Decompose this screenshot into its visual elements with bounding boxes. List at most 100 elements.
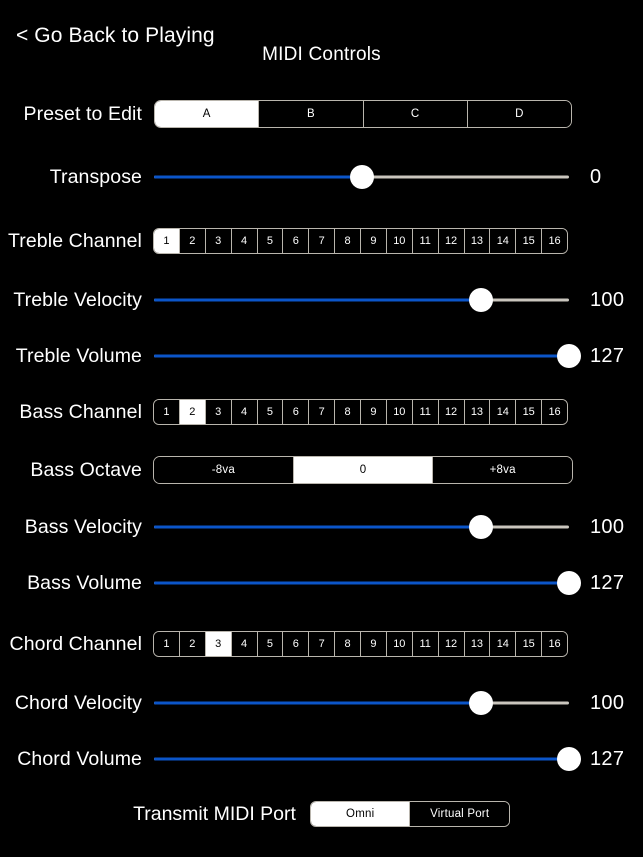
transpose-label: Transpose xyxy=(49,165,142,188)
treble-volume-control: 127 xyxy=(152,339,643,373)
channel-option-8[interactable]: 8 xyxy=(335,229,361,253)
channel-option-4[interactable]: 4 xyxy=(231,400,258,424)
channel-option-16[interactable]: 16 xyxy=(542,229,567,253)
segment-option-omni[interactable]: Omni xyxy=(310,802,411,826)
channel-option-12[interactable]: 12 xyxy=(438,400,465,424)
channel-option-1[interactable]: 1 xyxy=(154,400,180,424)
channel-option-15[interactable]: 15 xyxy=(516,632,543,656)
channel-option-6[interactable]: 6 xyxy=(283,400,310,424)
midi-controls-screen: < Go Back to Playing MIDI Controls Prese… xyxy=(0,0,643,857)
bass-volume-slider-thumb[interactable] xyxy=(557,571,581,595)
bass-octave-control: -8va 0 +8va xyxy=(152,453,643,487)
channel-option-9[interactable]: 9 xyxy=(361,632,387,656)
row-treble-velocity: Treble Velocity 100 xyxy=(0,283,643,317)
channel-option-14[interactable]: 14 xyxy=(490,400,517,424)
channel-option-1[interactable]: 1 xyxy=(154,229,180,253)
channel-option-13[interactable]: 13 xyxy=(464,632,491,656)
channel-option-12[interactable]: 12 xyxy=(438,229,465,253)
row-bass-velocity: Bass Velocity 100 xyxy=(0,510,643,544)
channel-option-1[interactable]: 1 xyxy=(154,632,180,656)
treble-volume-slider[interactable] xyxy=(154,339,581,373)
channel-option-6[interactable]: 6 xyxy=(283,632,310,656)
transpose-slider-thumb[interactable] xyxy=(349,165,374,189)
segment-option-a[interactable]: A xyxy=(155,101,260,127)
segment-option-c[interactable]: C xyxy=(363,101,468,127)
row-preset-to-edit: Preset to Edit ABCD xyxy=(0,97,643,131)
chord-volume-value: 127 xyxy=(590,747,625,770)
channel-option-14[interactable]: 14 xyxy=(490,229,517,253)
bass-velocity-slider-thumb[interactable] xyxy=(468,515,493,539)
channel-option-8[interactable]: 8 xyxy=(335,632,361,656)
segment-option-virtual-port[interactable]: Virtual Port xyxy=(410,802,509,826)
transmit-midi-port-segmented[interactable]: Omni Virtual Port xyxy=(309,801,510,827)
channel-option-7[interactable]: 7 xyxy=(309,400,336,424)
channel-option-15[interactable]: 15 xyxy=(516,229,543,253)
bass-velocity-slider[interactable] xyxy=(154,510,569,544)
segment-option-0[interactable]: 0 xyxy=(293,457,434,483)
channel-option-7[interactable]: 7 xyxy=(309,632,336,656)
chord-volume-slider[interactable] xyxy=(154,742,581,776)
chord-volume-slider-fill xyxy=(154,757,569,761)
channel-option-13[interactable]: 13 xyxy=(464,229,491,253)
channel-option-6[interactable]: 6 xyxy=(283,229,310,253)
channel-option-3[interactable]: 3 xyxy=(205,632,232,656)
channel-option-15[interactable]: 15 xyxy=(516,400,543,424)
treble-velocity-slider[interactable] xyxy=(154,283,569,317)
chord-channel-selector[interactable]: 1 2 3 4 5 6 7 8 9 10 11 12 13 14 15 16 xyxy=(153,631,568,657)
channel-option-9[interactable]: 9 xyxy=(361,400,387,424)
chord-velocity-slider[interactable] xyxy=(154,686,569,720)
channel-option-3[interactable]: 3 xyxy=(205,229,232,253)
channel-option-5[interactable]: 5 xyxy=(257,632,284,656)
treble-velocity-value: 100 xyxy=(590,288,625,311)
bass-channel-selector[interactable]: 1 2 3 4 5 6 7 8 9 10 11 12 13 14 15 16 xyxy=(153,399,568,425)
chord-channel-control: 1 2 3 4 5 6 7 8 9 10 11 12 13 14 15 16 xyxy=(152,627,643,661)
channel-option-2[interactable]: 2 xyxy=(179,632,206,656)
preset-to-edit-label: Preset to Edit xyxy=(23,102,142,125)
bass-velocity-slider-fill xyxy=(154,525,481,529)
treble-channel-selector[interactable]: 1 2 3 4 5 6 7 8 9 10 11 12 13 14 15 16 xyxy=(153,228,568,254)
channel-option-11[interactable]: 11 xyxy=(412,229,439,253)
treble-velocity-slider-thumb[interactable] xyxy=(468,288,493,312)
channel-option-11[interactable]: 11 xyxy=(412,632,439,656)
channel-option-12[interactable]: 12 xyxy=(438,632,465,656)
bass-octave-segmented[interactable]: -8va 0 +8va xyxy=(153,456,573,484)
segment-option--8va[interactable]: -8va xyxy=(154,457,294,483)
channel-option-11[interactable]: 11 xyxy=(412,400,439,424)
treble-channel-control: 1 2 3 4 5 6 7 8 9 10 11 12 13 14 15 16 xyxy=(152,224,643,258)
channel-option-2[interactable]: 2 xyxy=(179,229,206,253)
chord-velocity-label: Chord Velocity xyxy=(14,691,142,714)
channel-option-16[interactable]: 16 xyxy=(542,632,567,656)
channel-option-4[interactable]: 4 xyxy=(231,229,258,253)
segment-option--8va[interactable]: +8va xyxy=(433,457,572,483)
chord-volume-slider-thumb[interactable] xyxy=(557,747,581,771)
treble-velocity-label: Treble Velocity xyxy=(13,288,142,311)
channel-option-9[interactable]: 9 xyxy=(361,229,387,253)
channel-option-8[interactable]: 8 xyxy=(335,400,361,424)
bass-volume-value: 127 xyxy=(590,571,625,594)
segment-option-d[interactable]: D xyxy=(467,101,571,127)
channel-option-10[interactable]: 10 xyxy=(386,229,413,253)
preset-to-edit-segmented[interactable]: ABCD xyxy=(154,100,572,128)
channel-option-5[interactable]: 5 xyxy=(257,229,284,253)
channel-option-10[interactable]: 10 xyxy=(386,400,413,424)
channel-option-2[interactable]: 2 xyxy=(179,400,206,424)
treble-volume-slider-thumb[interactable] xyxy=(557,344,581,368)
chord-velocity-slider-thumb[interactable] xyxy=(468,691,493,715)
channel-option-13[interactable]: 13 xyxy=(464,400,491,424)
channel-option-10[interactable]: 10 xyxy=(386,632,413,656)
transpose-slider[interactable] xyxy=(154,160,569,194)
row-chord-volume: Chord Volume 127 xyxy=(0,742,643,776)
channel-option-3[interactable]: 3 xyxy=(205,400,232,424)
channel-option-4[interactable]: 4 xyxy=(231,632,258,656)
channel-option-5[interactable]: 5 xyxy=(257,400,284,424)
bass-velocity-control: 100 xyxy=(152,510,643,544)
channel-option-16[interactable]: 16 xyxy=(542,400,567,424)
treble-velocity-control: 100 xyxy=(152,283,643,317)
transpose-slider-fill xyxy=(154,175,362,179)
treble-volume-value: 127 xyxy=(590,344,625,367)
channel-option-14[interactable]: 14 xyxy=(490,632,517,656)
row-chord-channel: Chord Channel 1 2 3 4 5 6 7 8 9 10 11 12 13 14 15 16 xyxy=(0,627,643,661)
bass-volume-slider[interactable] xyxy=(154,566,581,600)
channel-option-7[interactable]: 7 xyxy=(309,229,336,253)
segment-option-b[interactable]: B xyxy=(259,101,364,127)
